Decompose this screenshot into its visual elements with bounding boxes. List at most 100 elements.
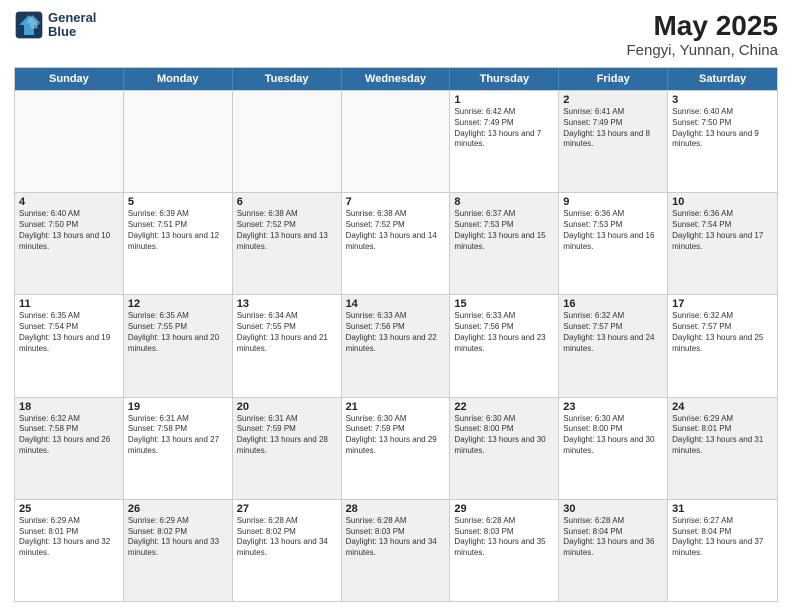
day-info: Sunrise: 6:29 AM Sunset: 8:02 PM Dayligh…: [128, 516, 228, 559]
day-info: Sunrise: 6:35 AM Sunset: 7:54 PM Dayligh…: [19, 311, 119, 354]
calendar-row: 11Sunrise: 6:35 AM Sunset: 7:54 PM Dayli…: [15, 294, 777, 396]
calendar-cell: 13Sunrise: 6:34 AM Sunset: 7:55 PM Dayli…: [233, 295, 342, 396]
day-info: Sunrise: 6:42 AM Sunset: 7:49 PM Dayligh…: [454, 107, 554, 150]
day-info: Sunrise: 6:30 AM Sunset: 8:00 PM Dayligh…: [563, 414, 663, 457]
calendar-cell: 27Sunrise: 6:28 AM Sunset: 8:02 PM Dayli…: [233, 500, 342, 601]
day-number: 25: [19, 503, 119, 515]
calendar-subtitle: Fengyi, Yunnan, China: [626, 42, 778, 59]
day-number: 26: [128, 503, 228, 515]
calendar-cell: [15, 91, 124, 192]
weekday-header: Saturday: [668, 68, 777, 90]
weekday-header: Monday: [124, 68, 233, 90]
day-number: 13: [237, 298, 337, 310]
calendar-cell: 25Sunrise: 6:29 AM Sunset: 8:01 PM Dayli…: [15, 500, 124, 601]
day-number: 27: [237, 503, 337, 515]
day-info: Sunrise: 6:33 AM Sunset: 7:56 PM Dayligh…: [346, 311, 446, 354]
day-number: 18: [19, 401, 119, 413]
calendar-header: SundayMondayTuesdayWednesdayThursdayFrid…: [15, 68, 777, 90]
day-number: 23: [563, 401, 663, 413]
day-info: Sunrise: 6:33 AM Sunset: 7:56 PM Dayligh…: [454, 311, 554, 354]
day-info: Sunrise: 6:40 AM Sunset: 7:50 PM Dayligh…: [672, 107, 773, 150]
calendar-cell: 6Sunrise: 6:38 AM Sunset: 7:52 PM Daylig…: [233, 193, 342, 294]
day-number: 22: [454, 401, 554, 413]
logo-icon: [14, 10, 44, 40]
logo: General Blue: [14, 10, 96, 40]
weekday-header: Thursday: [450, 68, 559, 90]
day-number: 9: [563, 196, 663, 208]
day-info: Sunrise: 6:38 AM Sunset: 7:52 PM Dayligh…: [237, 209, 337, 252]
day-number: 5: [128, 196, 228, 208]
day-number: 16: [563, 298, 663, 310]
calendar-cell: 4Sunrise: 6:40 AM Sunset: 7:50 PM Daylig…: [15, 193, 124, 294]
calendar-cell: 26Sunrise: 6:29 AM Sunset: 8:02 PM Dayli…: [124, 500, 233, 601]
day-number: 31: [672, 503, 773, 515]
calendar-cell: 22Sunrise: 6:30 AM Sunset: 8:00 PM Dayli…: [450, 398, 559, 499]
day-number: 30: [563, 503, 663, 515]
day-number: 11: [19, 298, 119, 310]
day-info: Sunrise: 6:35 AM Sunset: 7:55 PM Dayligh…: [128, 311, 228, 354]
weekday-header: Wednesday: [342, 68, 451, 90]
day-info: Sunrise: 6:32 AM Sunset: 7:57 PM Dayligh…: [672, 311, 773, 354]
calendar-cell: 3Sunrise: 6:40 AM Sunset: 7:50 PM Daylig…: [668, 91, 777, 192]
calendar-cell: 21Sunrise: 6:30 AM Sunset: 7:59 PM Dayli…: [342, 398, 451, 499]
calendar-row: 18Sunrise: 6:32 AM Sunset: 7:58 PM Dayli…: [15, 397, 777, 499]
day-number: 10: [672, 196, 773, 208]
calendar-cell: [124, 91, 233, 192]
calendar-cell: 28Sunrise: 6:28 AM Sunset: 8:03 PM Dayli…: [342, 500, 451, 601]
calendar-cell: 15Sunrise: 6:33 AM Sunset: 7:56 PM Dayli…: [450, 295, 559, 396]
day-number: 19: [128, 401, 228, 413]
day-info: Sunrise: 6:27 AM Sunset: 8:04 PM Dayligh…: [672, 516, 773, 559]
logo-line1: General: [48, 11, 96, 25]
day-number: 1: [454, 94, 554, 106]
calendar-cell: 18Sunrise: 6:32 AM Sunset: 7:58 PM Dayli…: [15, 398, 124, 499]
calendar-cell: 20Sunrise: 6:31 AM Sunset: 7:59 PM Dayli…: [233, 398, 342, 499]
day-number: 6: [237, 196, 337, 208]
day-number: 7: [346, 196, 446, 208]
calendar-cell: 17Sunrise: 6:32 AM Sunset: 7:57 PM Dayli…: [668, 295, 777, 396]
calendar-cell: 9Sunrise: 6:36 AM Sunset: 7:53 PM Daylig…: [559, 193, 668, 294]
calendar-cell: 24Sunrise: 6:29 AM Sunset: 8:01 PM Dayli…: [668, 398, 777, 499]
calendar-cell: 7Sunrise: 6:38 AM Sunset: 7:52 PM Daylig…: [342, 193, 451, 294]
calendar-cell: 12Sunrise: 6:35 AM Sunset: 7:55 PM Dayli…: [124, 295, 233, 396]
calendar-cell: 2Sunrise: 6:41 AM Sunset: 7:49 PM Daylig…: [559, 91, 668, 192]
day-number: 14: [346, 298, 446, 310]
day-info: Sunrise: 6:37 AM Sunset: 7:53 PM Dayligh…: [454, 209, 554, 252]
day-number: 28: [346, 503, 446, 515]
title-block: May 2025 Fengyi, Yunnan, China: [626, 10, 778, 59]
calendar-cell: [342, 91, 451, 192]
day-info: Sunrise: 6:41 AM Sunset: 7:49 PM Dayligh…: [563, 107, 663, 150]
day-number: 12: [128, 298, 228, 310]
day-number: 20: [237, 401, 337, 413]
day-info: Sunrise: 6:28 AM Sunset: 8:03 PM Dayligh…: [454, 516, 554, 559]
calendar-cell: 31Sunrise: 6:27 AM Sunset: 8:04 PM Dayli…: [668, 500, 777, 601]
weekday-header: Tuesday: [233, 68, 342, 90]
calendar-cell: 10Sunrise: 6:36 AM Sunset: 7:54 PM Dayli…: [668, 193, 777, 294]
calendar-cell: 14Sunrise: 6:33 AM Sunset: 7:56 PM Dayli…: [342, 295, 451, 396]
day-info: Sunrise: 6:29 AM Sunset: 8:01 PM Dayligh…: [672, 414, 773, 457]
day-info: Sunrise: 6:36 AM Sunset: 7:54 PM Dayligh…: [672, 209, 773, 252]
day-number: 17: [672, 298, 773, 310]
calendar-cell: 29Sunrise: 6:28 AM Sunset: 8:03 PM Dayli…: [450, 500, 559, 601]
day-info: Sunrise: 6:40 AM Sunset: 7:50 PM Dayligh…: [19, 209, 119, 252]
calendar-cell: 23Sunrise: 6:30 AM Sunset: 8:00 PM Dayli…: [559, 398, 668, 499]
day-info: Sunrise: 6:28 AM Sunset: 8:04 PM Dayligh…: [563, 516, 663, 559]
logo-line2: Blue: [48, 25, 96, 39]
day-number: 8: [454, 196, 554, 208]
calendar-row: 4Sunrise: 6:40 AM Sunset: 7:50 PM Daylig…: [15, 192, 777, 294]
calendar-cell: 8Sunrise: 6:37 AM Sunset: 7:53 PM Daylig…: [450, 193, 559, 294]
calendar-cell: 30Sunrise: 6:28 AM Sunset: 8:04 PM Dayli…: [559, 500, 668, 601]
day-number: 3: [672, 94, 773, 106]
day-info: Sunrise: 6:30 AM Sunset: 8:00 PM Dayligh…: [454, 414, 554, 457]
calendar-cell: [233, 91, 342, 192]
day-number: 21: [346, 401, 446, 413]
day-info: Sunrise: 6:32 AM Sunset: 7:57 PM Dayligh…: [563, 311, 663, 354]
day-info: Sunrise: 6:31 AM Sunset: 7:58 PM Dayligh…: [128, 414, 228, 457]
calendar: SundayMondayTuesdayWednesdayThursdayFrid…: [14, 67, 778, 602]
calendar-cell: 5Sunrise: 6:39 AM Sunset: 7:51 PM Daylig…: [124, 193, 233, 294]
weekday-header: Sunday: [15, 68, 124, 90]
day-info: Sunrise: 6:36 AM Sunset: 7:53 PM Dayligh…: [563, 209, 663, 252]
day-info: Sunrise: 6:32 AM Sunset: 7:58 PM Dayligh…: [19, 414, 119, 457]
day-number: 4: [19, 196, 119, 208]
page-header: General Blue May 2025 Fengyi, Yunnan, Ch…: [14, 10, 778, 59]
calendar-body: 1Sunrise: 6:42 AM Sunset: 7:49 PM Daylig…: [15, 90, 777, 601]
